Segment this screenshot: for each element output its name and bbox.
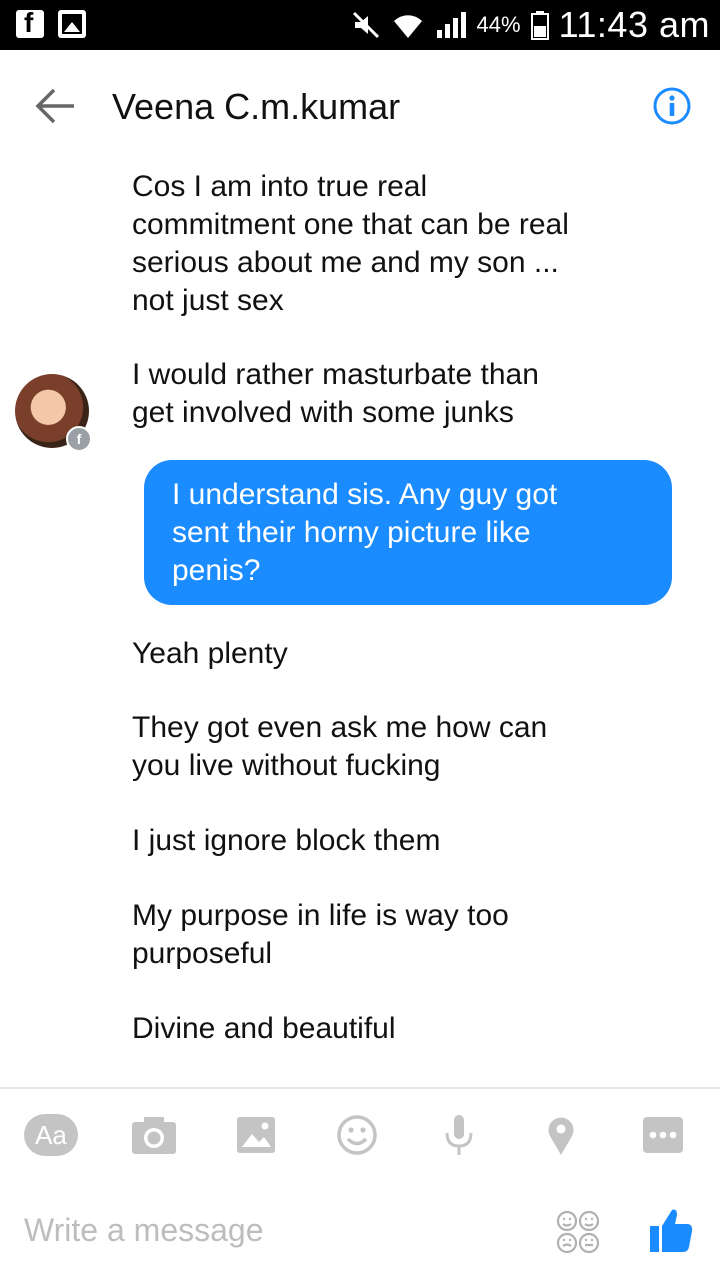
status-indicators: 44% 11:43 am xyxy=(351,4,710,46)
gallery-notification-icon xyxy=(58,10,86,38)
message-line: I would rather masturbate than xyxy=(132,358,539,391)
conversation-header: Veena C.m.kumar xyxy=(0,50,720,162)
message-line: get involved with some junks xyxy=(132,396,514,429)
message-me: I understand sis. Any guy got sent their… xyxy=(172,476,652,590)
emoji-icon[interactable] xyxy=(331,1114,383,1156)
message-them: I would rather masturbate than get invol… xyxy=(132,356,539,432)
message-them: My purpose in life is way too purposeful xyxy=(132,897,509,973)
message-line: I understand sis. Any guy got xyxy=(172,478,558,511)
message-them: They got even ask me how can you live wi… xyxy=(132,709,547,785)
gallery-icon[interactable] xyxy=(230,1114,282,1156)
battery-percent: 44% xyxy=(476,12,521,37)
message-line: penis? xyxy=(172,554,261,587)
battery-icon xyxy=(530,11,549,40)
facebook-notification-icon xyxy=(16,7,44,39)
message-them: Divine and beautiful xyxy=(132,1010,396,1048)
message-line: sent their horny picture like xyxy=(172,516,531,549)
notification-icons xyxy=(16,7,86,39)
message-line: I just ignore block them xyxy=(132,824,441,857)
message-input[interactable]: Write a message xyxy=(24,1212,264,1249)
message-line: Cos I am into true real xyxy=(132,170,428,203)
divider xyxy=(0,1087,720,1089)
signal-icon xyxy=(436,12,466,38)
back-arrow-icon[interactable] xyxy=(30,86,78,126)
clock: 11:43 am xyxy=(558,4,710,45)
message-line: Yeah plenty xyxy=(132,637,288,670)
message-line: purposeful xyxy=(132,937,273,970)
message-line: They got even ask me how can xyxy=(132,711,548,744)
like-thumbs-up-icon[interactable] xyxy=(648,1206,694,1254)
message-line: you live without fucking xyxy=(132,749,441,782)
info-icon[interactable] xyxy=(652,86,692,126)
stickers-icon[interactable] xyxy=(554,1208,602,1256)
facebook-badge-icon: f xyxy=(66,426,92,452)
status-bar: 44% 11:43 am xyxy=(0,0,720,50)
message-line: My purpose in life is way too xyxy=(132,899,509,932)
mute-icon xyxy=(352,11,379,39)
message-them: Cos I am into true real commitment one t… xyxy=(132,168,569,320)
message-line: not just sex xyxy=(132,284,284,317)
text-format-button[interactable]: Aa xyxy=(24,1114,78,1156)
location-icon[interactable] xyxy=(535,1114,587,1156)
message-them: Yeah plenty xyxy=(132,635,288,673)
message-line: commitment one that can be real xyxy=(132,208,569,241)
message-me-bubble[interactable]: I understand sis. Any guy got sent their… xyxy=(144,460,672,605)
message-them: I just ignore block them xyxy=(132,822,440,860)
message-line: serious about me and my son ... xyxy=(132,246,559,279)
camera-icon[interactable] xyxy=(128,1114,180,1156)
message-line: Divine and beautiful xyxy=(132,1012,396,1045)
contact-name[interactable]: Veena C.m.kumar xyxy=(112,86,400,128)
composer-toolbar: Aa xyxy=(0,1100,720,1170)
more-icon[interactable] xyxy=(637,1114,689,1156)
microphone-icon[interactable] xyxy=(433,1114,485,1156)
wifi-icon xyxy=(393,15,422,38)
